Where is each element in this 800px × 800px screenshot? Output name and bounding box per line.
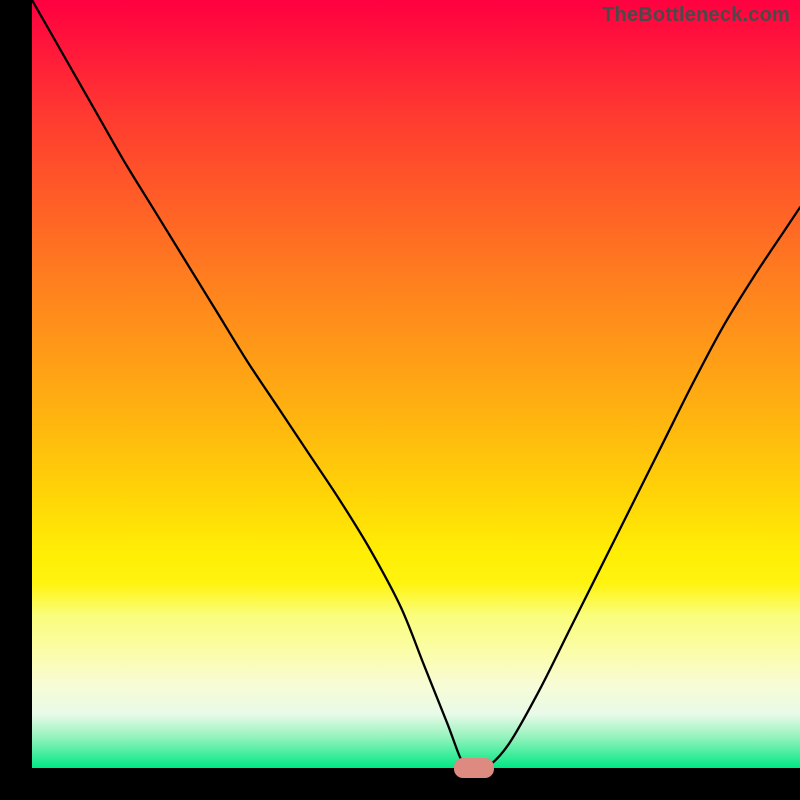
watermark-text: TheBottleneck.com — [602, 4, 790, 27]
bottleneck-curve — [32, 0, 800, 768]
chart-container: TheBottleneck.com — [0, 0, 800, 800]
optimum-marker — [454, 758, 494, 777]
plot-area: TheBottleneck.com — [32, 0, 800, 768]
